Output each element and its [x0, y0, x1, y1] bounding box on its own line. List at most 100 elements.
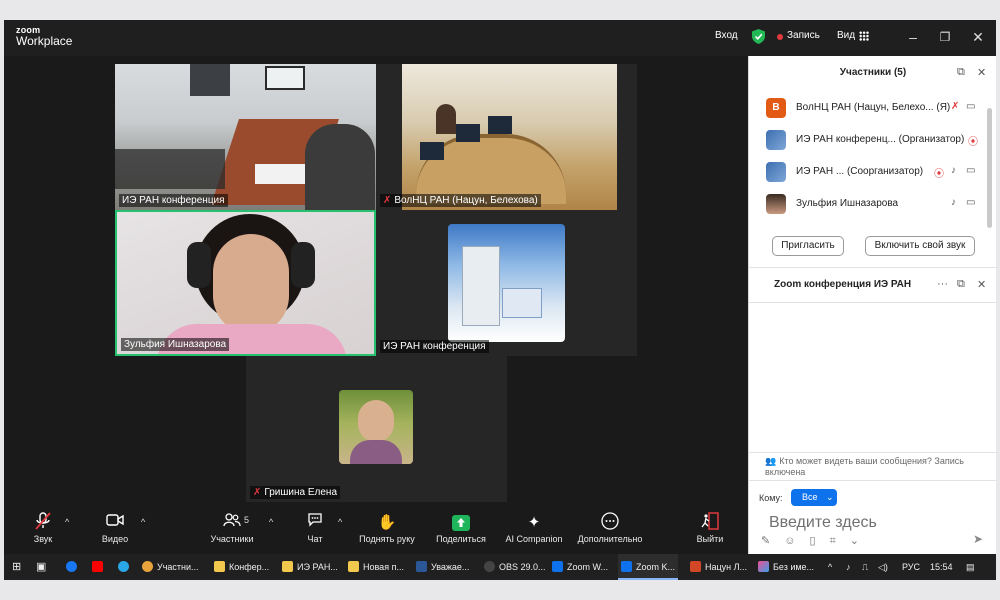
video-gallery: ИЭ РАН конференция ✗ ВолНЦ РАН (Нацун, Бе…: [4, 56, 748, 508]
chat-info-text: Кто может видеть ваши сообщения? Запись …: [765, 456, 964, 477]
zoom-logo: zoom Workplace: [16, 26, 72, 48]
recipient-select[interactable]: Все ⌄: [791, 489, 837, 506]
notification-icon[interactable]: ▤: [966, 554, 975, 580]
chat-message-input[interactable]: Введите здесь: [769, 514, 877, 532]
taskbar-item[interactable]: Новая п...: [348, 554, 404, 580]
login-button[interactable]: Вход: [715, 30, 738, 41]
file-icon[interactable]: ▯: [809, 534, 815, 547]
chevron-up-icon[interactable]: ^: [338, 517, 342, 527]
more-label: Дополнительно: [577, 534, 643, 544]
speaker-icon[interactable]: ◁): [878, 554, 888, 580]
video-tile[interactable]: ✗ Гришина Елена: [246, 356, 507, 502]
building-image: [462, 246, 500, 326]
restore-icon[interactable]: ❐: [934, 26, 956, 48]
recording-indicator[interactable]: Запись: [787, 30, 820, 41]
video-camera-icon[interactable]: ▭: [966, 101, 975, 112]
format-icon[interactable]: ✎: [761, 534, 770, 547]
emoji-icon[interactable]: ☺: [784, 535, 795, 547]
unmute-button[interactable]: Включить свой звук: [865, 236, 975, 256]
shield-check-icon[interactable]: [752, 29, 765, 44]
minimize-icon[interactable]: –: [902, 26, 924, 48]
taskbar-item-active[interactable]: Zoom K...: [618, 554, 679, 580]
taskbar-item[interactable]: Zoom W...: [552, 554, 608, 580]
chevron-up-icon[interactable]: ^: [828, 554, 832, 580]
recording-icon: ⦿: [934, 169, 944, 180]
network-icon[interactable]: ⎍: [862, 554, 868, 580]
screenshot-icon[interactable]: ⌗: [830, 535, 836, 548]
chat-title: Zoom конференция ИЭ РАН: [774, 279, 912, 290]
meeting-toolbar: Звук ^ Видео ^ 5 Участники ^ Чат ^ ✋ Под…: [4, 508, 748, 554]
taskbar-item[interactable]: Уважае...: [416, 554, 469, 580]
video-tile[interactable]: ИЭ РАН конференция: [115, 64, 376, 210]
participant-row[interactable]: В ВолНЦ РАН (Нацун, Белехо... (Я) ✗ ▭: [749, 92, 987, 124]
youtube-icon[interactable]: [92, 554, 107, 580]
participants-button[interactable]: 5 Участники: [206, 512, 258, 544]
mic-muted-icon: ✗: [253, 487, 262, 498]
leave-label: Выйти: [696, 534, 724, 544]
grid-view-icon[interactable]: [859, 31, 869, 41]
windows-start-icon[interactable]: ⊞: [12, 554, 21, 580]
view-button[interactable]: Вид: [837, 30, 855, 41]
chevron-up-icon[interactable]: ^: [269, 517, 273, 527]
language-indicator[interactable]: РУС: [902, 554, 920, 580]
video-camera-icon[interactable]: ▭: [966, 165, 975, 176]
participant-row[interactable]: ИЭ РАН ... (Соорганизатор) ⦿ ♪ ▭: [749, 156, 987, 188]
tile-name-label: Зульфия Ишназарова: [121, 338, 230, 351]
participant-row[interactable]: Зульфия Ишназарова ♪ ▭: [749, 188, 987, 220]
leave-button[interactable]: Выйти: [694, 512, 726, 544]
close-icon[interactable]: ✕: [977, 278, 986, 291]
taskbar-item[interactable]: Нацун Л...: [690, 554, 747, 580]
recording-dot-icon: [777, 34, 783, 40]
mic-icon[interactable]: ♪: [951, 197, 956, 208]
share-button[interactable]: Поделиться: [432, 512, 490, 544]
taskbar-item[interactable]: ИЭ РАН...: [282, 554, 338, 580]
video-tile[interactable]: ИЭ РАН конференция: [376, 210, 637, 356]
chevron-up-icon[interactable]: ^: [141, 517, 145, 527]
video-camera-icon[interactable]: ▭: [966, 197, 975, 208]
close-icon[interactable]: ✕: [977, 66, 986, 79]
task-view-icon[interactable]: ▣: [36, 554, 46, 580]
raise-hand-button[interactable]: ✋ Поднять руку: [356, 512, 418, 544]
mic-icon[interactable]: ♪: [846, 554, 851, 580]
divider: [749, 480, 997, 481]
ai-companion-button[interactable]: ✦ AI Companion: [502, 512, 566, 544]
popout-icon[interactable]: ⧉: [957, 278, 965, 291]
video-tile-active-speaker[interactable]: Зульфия Ишназарова: [115, 210, 376, 356]
mic-icon[interactable]: ♪: [951, 165, 956, 176]
taskbar-item[interactable]: Конфер...: [214, 554, 269, 580]
close-icon[interactable]: ✕: [967, 26, 989, 48]
participant-row[interactable]: ИЭ РАН конференц... (Организатор) ⦿: [749, 124, 987, 156]
taskbar-item[interactable]: Участни...: [142, 554, 199, 580]
taskbar-item[interactable]: Без имe...: [758, 554, 814, 580]
powerpoint-icon: [690, 561, 701, 572]
video-label: Видео: [101, 534, 129, 544]
facebook-icon[interactable]: [66, 554, 81, 580]
popout-icon[interactable]: ⧉: [957, 66, 965, 79]
participants-label: Участники: [210, 534, 254, 544]
shirt: [350, 440, 402, 464]
obs-icon: [484, 561, 495, 572]
mic-muted-icon[interactable]: ✗: [951, 101, 959, 112]
tile-name-label: ИЭ РАН конференция: [119, 194, 228, 207]
projector-screen: [265, 66, 305, 90]
face: [213, 234, 289, 334]
more-options-icon[interactable]: ···: [937, 278, 948, 290]
audio-button[interactable]: Звук: [28, 512, 58, 544]
invite-button[interactable]: Пригласить: [772, 236, 844, 256]
share-label: Поделиться: [436, 534, 486, 544]
video-button[interactable]: Видео: [100, 512, 130, 544]
divider: [749, 452, 997, 453]
taskbar-item-label: Zoom K...: [636, 562, 676, 572]
edge-icon[interactable]: [118, 554, 133, 580]
taskbar-item-label: Уважае...: [431, 562, 470, 572]
chat-button[interactable]: Чат: [302, 512, 328, 544]
clock[interactable]: 15:54: [930, 554, 953, 580]
video-tile[interactable]: ✗ ВолНЦ РАН (Нацун, Белехова): [376, 64, 637, 210]
chat-visibility-info[interactable]: 👥 Кто может видеть ваши сообщения? Запись…: [765, 456, 991, 478]
taskbar-item[interactable]: OBS 29.0...: [484, 554, 546, 580]
more-button[interactable]: Дополнительно: [574, 512, 646, 544]
chevron-up-icon[interactable]: ^: [65, 517, 69, 527]
send-icon[interactable]: ➤: [973, 532, 983, 546]
chevron-down-icon[interactable]: ⌄: [850, 534, 859, 547]
participants-scrollbar[interactable]: [987, 108, 992, 228]
